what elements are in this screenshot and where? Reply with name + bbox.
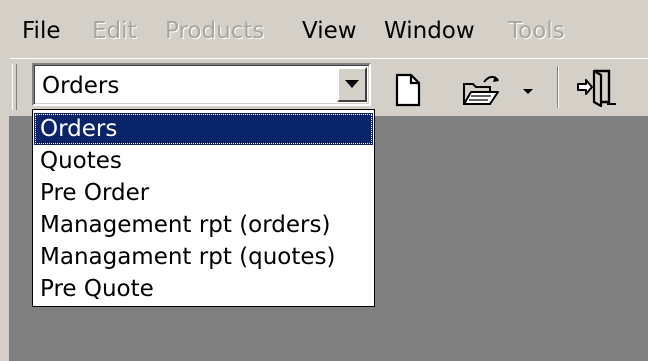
combobox-value: Orders — [42, 73, 120, 99]
menu-view[interactable]: View — [302, 16, 357, 46]
menu-bar: File Edit Products View Window Tools — [0, 0, 648, 58]
option-quotes[interactable]: Quotes — [33, 145, 374, 177]
combobox-dropdown-button[interactable] — [337, 67, 367, 102]
option-pre-quote[interactable]: Pre Quote — [33, 273, 374, 305]
option-orders[interactable]: Orders — [34, 113, 373, 145]
menu-tools[interactable]: Tools — [508, 16, 565, 46]
menu-edit[interactable]: Edit — [92, 16, 137, 46]
open-folder-button[interactable] — [460, 72, 504, 108]
toolbar-highlight — [10, 58, 648, 59]
new-document-icon — [395, 73, 421, 107]
document-type-combobox[interactable]: Orders — [32, 63, 371, 106]
option-management-rpt-quotes[interactable]: Managament rpt (quotes) — [33, 241, 374, 273]
new-document-button[interactable] — [392, 72, 424, 108]
menu-window[interactable]: Window — [384, 16, 475, 46]
open-dropdown-button[interactable] — [520, 72, 536, 108]
menu-file[interactable]: File — [22, 16, 61, 46]
open-folder-icon — [463, 76, 499, 105]
chevron-down-icon — [345, 80, 359, 88]
exit-door-icon — [577, 69, 616, 108]
option-pre-order[interactable]: Pre Order — [33, 177, 374, 209]
menu-products[interactable]: Products — [165, 16, 264, 46]
toolbar-separator — [557, 66, 559, 108]
toolbar-grip-handle[interactable] — [12, 64, 17, 110]
dropdown-arrow-icon — [523, 89, 533, 94]
exit-button[interactable] — [576, 69, 620, 108]
option-management-rpt-orders[interactable]: Management rpt (orders) — [33, 209, 374, 241]
document-type-dropdown-list: Orders Quotes Pre Order Management rpt (… — [32, 109, 375, 307]
application-window: File Edit Products View Window Tools Ord… — [0, 0, 648, 361]
